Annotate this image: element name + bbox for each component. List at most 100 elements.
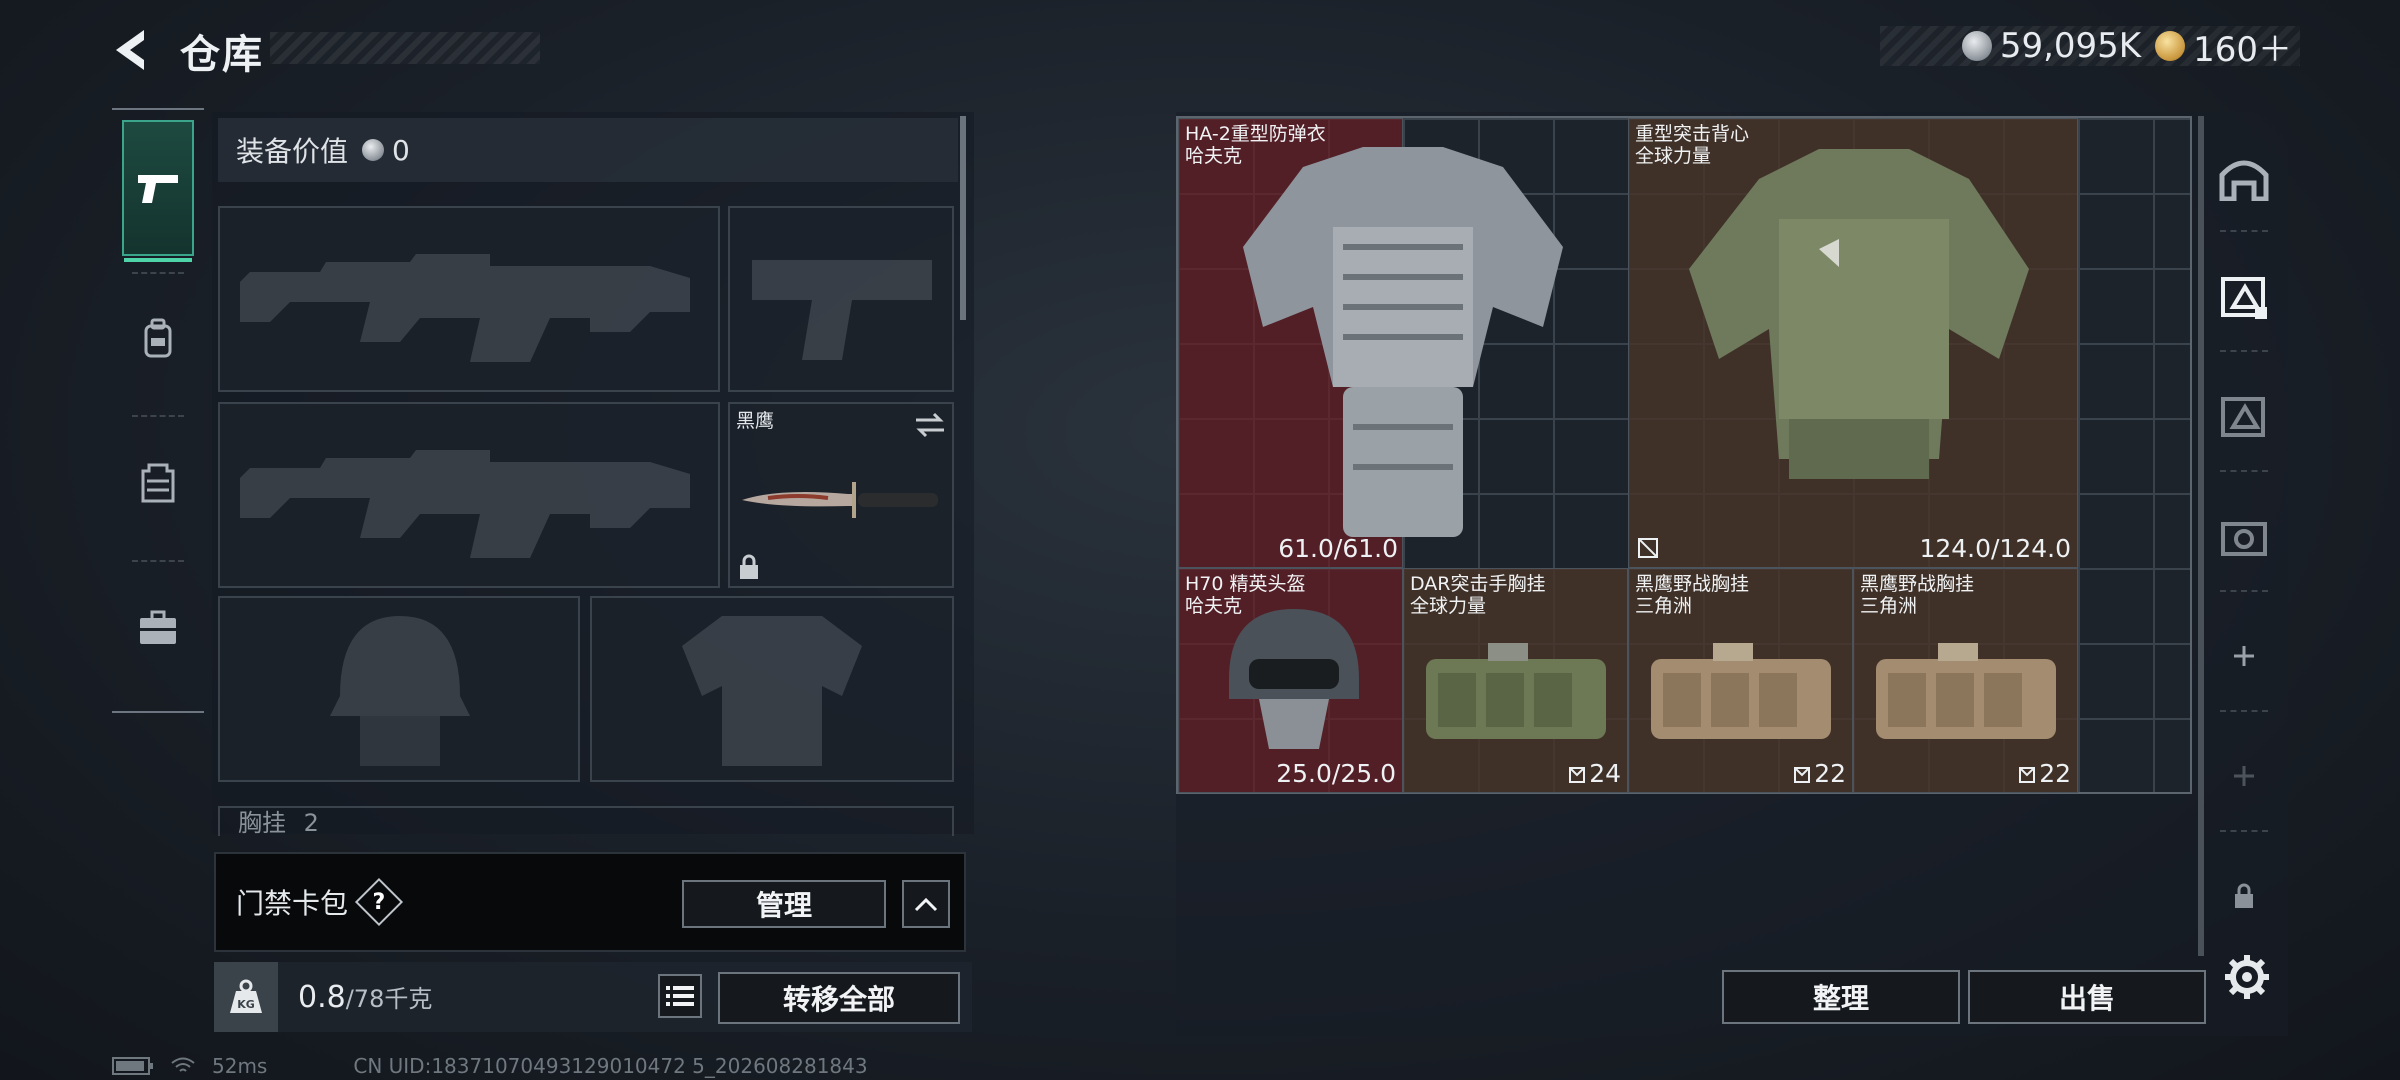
pistol-silhouette-icon [752, 260, 932, 360]
loadout-scrollbar[interactable] [960, 116, 966, 320]
storage-tab-4[interactable] [2208, 500, 2280, 572]
tab-backpack[interactable] [122, 270, 194, 406]
storage-item[interactable]: 重型突击背心 全球力量 124.0/124.0 [1628, 118, 2078, 568]
melee-slot[interactable]: 黑鹰 [728, 402, 954, 588]
storage-box-icon [2221, 277, 2267, 319]
loadout-tab-column [112, 108, 204, 713]
item-capacity: 24 [1569, 759, 1621, 788]
storage-item[interactable]: 黑鹰野战胸挂 三角洲 22 [1853, 568, 2078, 793]
gear-icon [2225, 955, 2269, 999]
item-durability: 124.0/124.0 [1919, 534, 2071, 563]
chest-rig-label: 胸挂 [238, 809, 286, 836]
add-storage-tab[interactable] [2208, 620, 2280, 692]
item-name: 黑鹰野战胸挂 [1860, 573, 1975, 595]
weight-current: 0.8 [298, 980, 346, 1015]
helmet-slot[interactable] [218, 596, 580, 782]
tab-briefcase[interactable] [122, 560, 194, 696]
silver-coin-icon [362, 139, 385, 161]
weight-bar: KG 0.8/78千克 转移全部 [214, 962, 972, 1032]
lock-icon [2235, 883, 2253, 908]
vest-icon [141, 463, 175, 503]
storage-box-icon [2221, 397, 2265, 437]
rifle-silhouette-icon [240, 254, 690, 362]
storage-item[interactable]: 黑鹰野战胸挂 三角洲 22 [1628, 568, 1853, 793]
pistol-icon [138, 175, 178, 203]
knife-icon [742, 482, 938, 518]
backpack-icon [144, 318, 172, 358]
primary-weapon-slot-2[interactable] [218, 402, 720, 588]
item-capacity: 22 [2019, 759, 2071, 788]
collapse-button[interactable] [902, 880, 950, 928]
silver-currency[interactable]: 59,095K [1961, 26, 2142, 66]
item-name: DAR突击手胸挂 [1410, 573, 1546, 595]
secondary-weapon-slot[interactable] [728, 206, 954, 392]
silver-amount: 59,095K [1999, 26, 2142, 66]
item-brand: 全球力量 [1410, 595, 1487, 617]
manage-button[interactable]: 管理 [682, 880, 886, 928]
primary-weapon-slot[interactable] [218, 206, 720, 392]
storage-tab-3[interactable] [2208, 380, 2280, 452]
storage-item[interactable]: H70 精英头盔 哈夫克 25.0/25.0 [1178, 568, 1403, 793]
gear-value-label: 装备价值 [236, 135, 349, 168]
melee-name: 黑鹰 [736, 410, 775, 432]
chest-rig-count: 2 [303, 809, 319, 836]
status-line: 52ms CN UID:18371070493129010472 5_20260… [112, 1054, 868, 1078]
vault-icon [2219, 160, 2269, 201]
silver-coin-icon [1961, 31, 1992, 61]
storage-item[interactable]: HA-2重型防弹衣 哈夫克 61.0/61.0 [1178, 118, 1563, 568]
back-button[interactable] [108, 26, 156, 74]
chest-rig-header[interactable]: 胸挂 2 [218, 806, 954, 836]
storage-tab-column [2202, 116, 2286, 956]
storage-item[interactable]: DAR突击手胸挂 全球力量 24 [1403, 568, 1628, 793]
rifle-silhouette-icon [240, 450, 690, 558]
chest-rig-icon [1651, 643, 1831, 739]
plus-icon [2234, 646, 2254, 666]
transfer-all-button[interactable]: 转移全部 [718, 972, 960, 1024]
plus-icon [2234, 766, 2254, 786]
no-repair-icon [1638, 538, 1658, 558]
page-title: 仓库 [180, 32, 264, 78]
currency-bar: 59,095K 160＋ [1880, 26, 2300, 70]
sell-button[interactable]: 出售 [1968, 970, 2206, 1024]
item-name: 黑鹰野战胸挂 [1635, 573, 1750, 595]
sort-button[interactable]: 整理 [1722, 970, 1960, 1024]
chevron-up-icon [914, 897, 938, 912]
briefcase-icon [140, 610, 176, 644]
weight-text: 0.8/78千克 [298, 979, 432, 1015]
storage-tab-2[interactable] [2208, 260, 2280, 332]
list-view-button[interactable] [658, 974, 702, 1018]
assault-vest-icon [1689, 149, 2029, 479]
chest-rig-icon [1426, 643, 1606, 739]
keycard-label: 门禁卡包 [236, 887, 349, 920]
swap-icon[interactable] [914, 412, 946, 438]
tab-weapons[interactable] [122, 120, 194, 262]
gold-currency[interactable]: 160＋ [2155, 22, 2292, 71]
gold-coin-icon [2155, 31, 2186, 61]
capacity-icon [1794, 766, 1811, 783]
helmet-icon [1229, 609, 1359, 749]
armor-slot[interactable] [590, 596, 954, 782]
add-storage-tab-2[interactable] [2208, 740, 2280, 812]
item-durability: 25.0/25.0 [1276, 759, 1396, 788]
ping-value: 52ms [212, 1054, 268, 1078]
storage-tab-1[interactable] [2208, 142, 2280, 214]
settings-button[interactable] [2222, 952, 2272, 1002]
gold-amount: 160＋ [2193, 29, 2292, 70]
weight-icon: KG [214, 962, 278, 1032]
tab-vest[interactable] [122, 415, 194, 551]
capacity-icon [2019, 766, 2036, 783]
item-durability: 61.0/61.0 [1278, 534, 1398, 563]
gear-value: 0 [392, 133, 410, 167]
gear-value-bar: 装备价值 0 [218, 118, 958, 182]
title-decoration [270, 32, 540, 64]
heavy-armor-icon [1243, 147, 1563, 537]
svg-text:KG: KG [237, 998, 255, 1011]
helmet-silhouette-icon [330, 616, 470, 766]
weight-max: /78千克 [345, 985, 433, 1013]
item-brand: 三角洲 [1860, 595, 1918, 617]
keycard-bar: 门禁卡包 ? 管理 [214, 852, 966, 952]
camera-box-icon [2221, 522, 2267, 556]
capacity-icon [1569, 766, 1586, 783]
help-icon[interactable]: ? [354, 877, 404, 927]
locked-storage-tab[interactable] [2208, 860, 2280, 932]
